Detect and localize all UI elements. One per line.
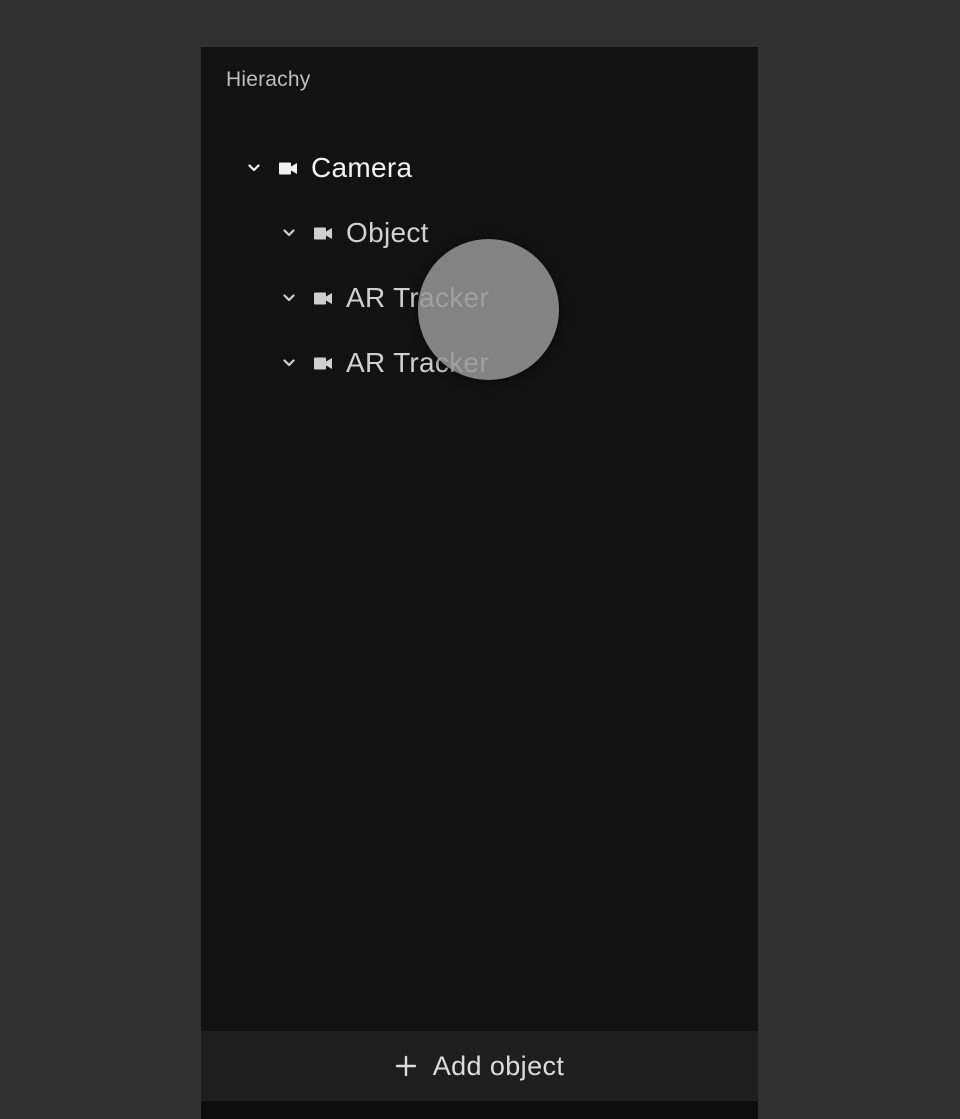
chevron-down-icon[interactable]	[282, 226, 296, 240]
chevron-down-icon[interactable]	[247, 161, 261, 175]
chevron-down-icon[interactable]	[282, 356, 296, 370]
camera-icon	[312, 226, 334, 240]
plus-icon	[395, 1055, 417, 1077]
camera-icon	[312, 356, 334, 370]
panel-title: Hierachy	[226, 68, 311, 91]
add-object-button[interactable]: Add object	[201, 1031, 758, 1101]
camera-icon	[277, 161, 299, 175]
add-object-label: Add object	[432, 1050, 565, 1081]
camera-icon	[312, 291, 334, 305]
touch-indicator	[418, 239, 559, 380]
tree-item-label: Object	[346, 217, 429, 248]
chevron-down-icon[interactable]	[282, 291, 296, 305]
tree-item-label: Camera	[311, 152, 413, 183]
tree-item-camera[interactable]: Camera	[247, 148, 412, 188]
hierarchy-panel: Hierachy Camera Object AR Tracker AR Tra…	[201, 47, 758, 1119]
bottom-strip	[201, 1101, 758, 1119]
tree-item-object[interactable]: Object	[282, 213, 429, 253]
